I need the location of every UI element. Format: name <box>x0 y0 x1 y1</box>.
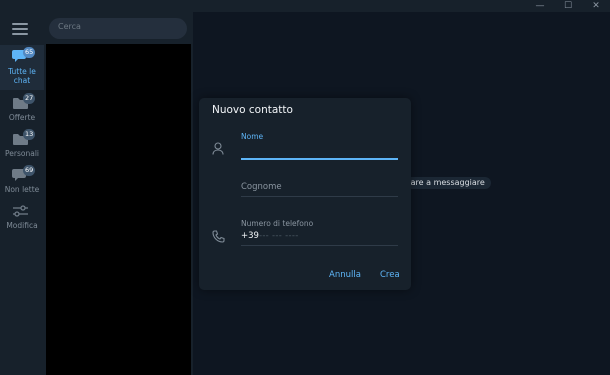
phone-label: Numero di telefono <box>241 219 314 228</box>
search-placeholder: Cerca <box>58 22 81 31</box>
first-name-label: Nome <box>241 132 264 141</box>
folder-label: Personali <box>5 149 39 158</box>
chat-list[interactable] <box>46 44 191 375</box>
folder-all-chats[interactable]: 65 Tutte le chat <box>0 45 44 90</box>
phone-field[interactable]: +39--- --- ---- <box>241 231 299 241</box>
last-name-field[interactable]: Cognome <box>241 182 282 192</box>
unread-badge: 69 <box>23 165 36 176</box>
maximize-button[interactable]: ☐ <box>554 0 582 12</box>
folder-label: Tutte le chat <box>8 67 36 85</box>
person-icon <box>212 142 224 155</box>
first-name-field[interactable] <box>241 142 398 158</box>
unread-badge: 27 <box>23 93 36 104</box>
folder-personali[interactable]: 13 Personali <box>0 128 44 162</box>
sliders-icon <box>13 205 28 217</box>
hamburger-menu-icon[interactable] <box>12 23 28 35</box>
folder-non-lette[interactable]: 69 Non lette <box>0 164 44 198</box>
phone-mask: --- --- ---- <box>258 231 299 241</box>
phone-prefix: +39 <box>241 231 259 241</box>
folder-label: Offerte <box>8 113 36 122</box>
dialog-title: Nuovo contatto <box>212 104 293 116</box>
window-controls: — ☐ ✕ <box>526 0 610 12</box>
phone-icon <box>212 230 225 243</box>
folder-offerte[interactable]: 27 Offerte <box>0 92 44 126</box>
folder-label: Non lette <box>4 185 40 194</box>
last-name-underline <box>241 196 398 197</box>
unread-badge: 13 <box>23 129 36 140</box>
folder-modifica[interactable]: Modifica <box>0 200 44 234</box>
minimize-button[interactable]: — <box>526 0 554 12</box>
phone-underline <box>241 245 398 246</box>
close-button[interactable]: ✕ <box>582 0 610 12</box>
first-name-underline <box>241 158 398 160</box>
folder-rail: 65 Tutte le chat 27 Offerte 13 Personali… <box>0 12 44 375</box>
create-button[interactable]: Crea <box>376 268 404 282</box>
unread-badge: 65 <box>23 47 36 58</box>
folder-label: Modifica <box>6 221 38 230</box>
window-titlebar: — ☐ ✕ <box>0 0 610 12</box>
cancel-button[interactable]: Annulla <box>325 268 365 282</box>
new-contact-dialog: Nuovo contatto Nome Cognome Numero di te… <box>199 98 411 290</box>
search-input[interactable]: Cerca <box>49 18 187 39</box>
